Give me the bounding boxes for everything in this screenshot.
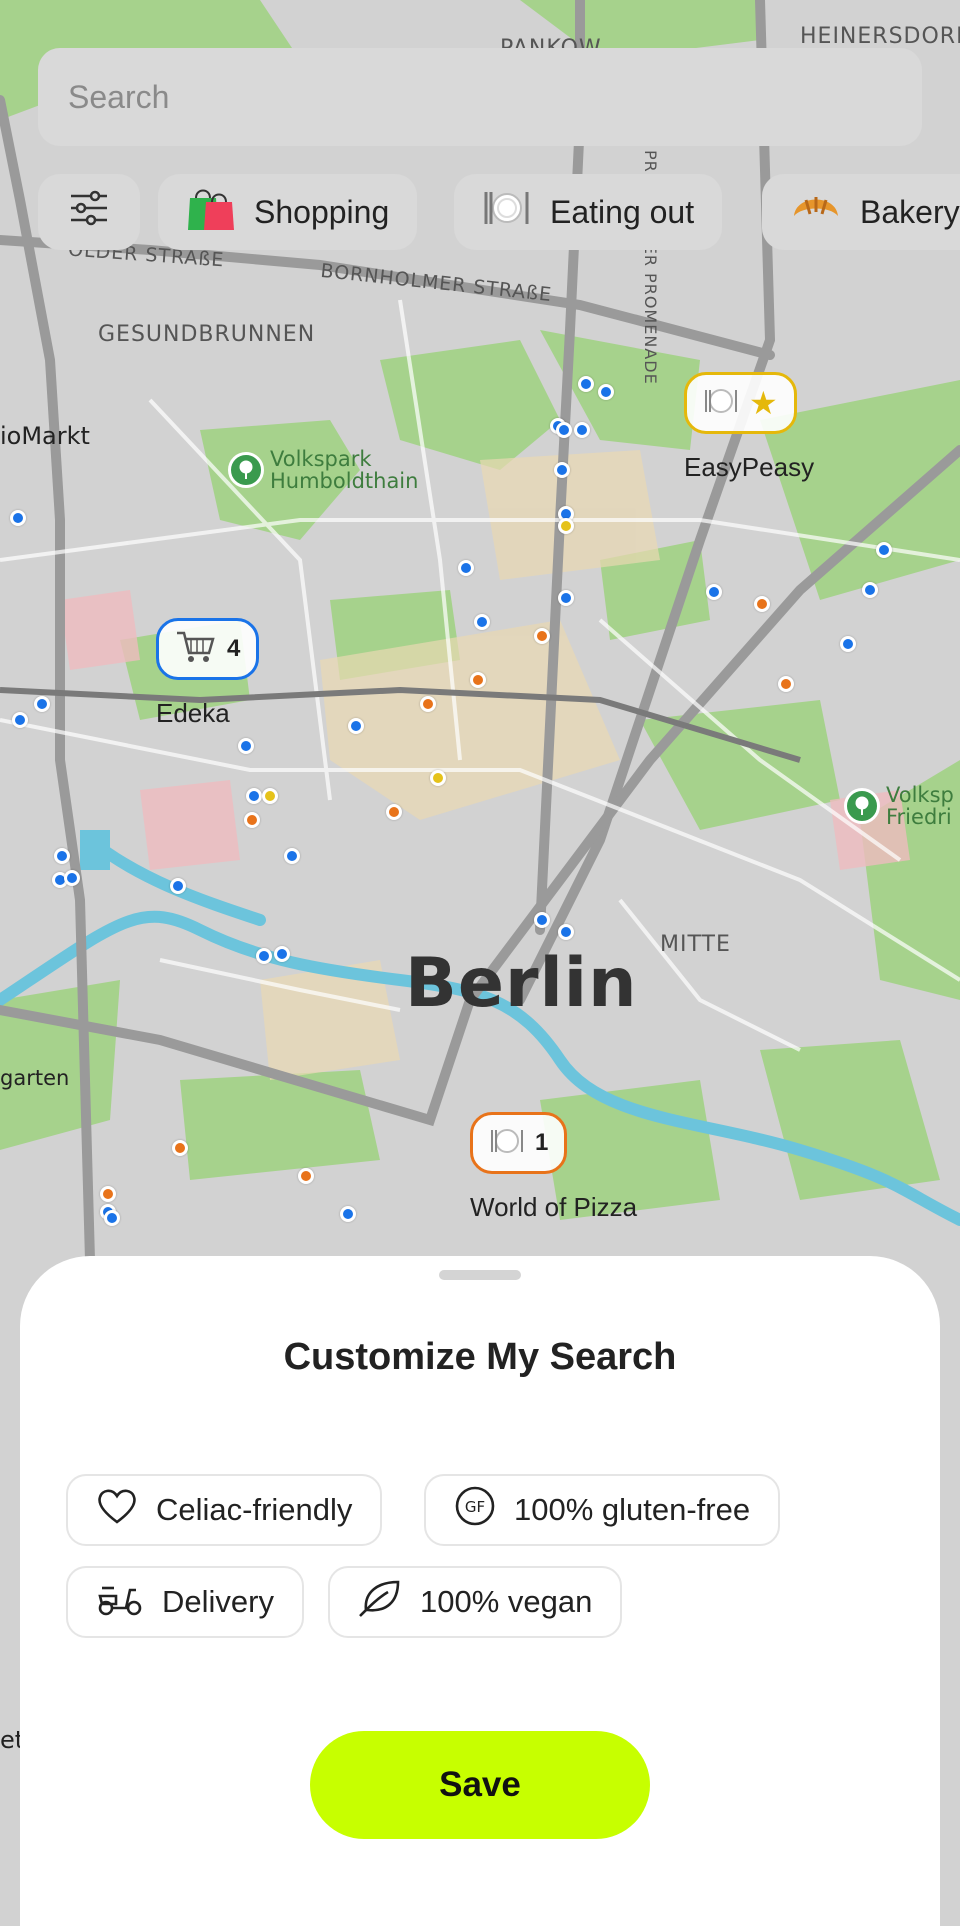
fork-knife-icon	[482, 186, 532, 238]
poi-dot[interactable]	[386, 804, 402, 820]
leaf-icon	[358, 1578, 402, 1626]
fork-knife-icon	[703, 384, 739, 423]
poi-dot[interactable]	[458, 560, 474, 576]
svg-text:GF: GF	[465, 1498, 485, 1516]
poi-dot[interactable]	[534, 628, 550, 644]
poi-dot[interactable]	[754, 596, 770, 612]
poi-dot[interactable]	[274, 946, 290, 962]
park-tree-icon	[228, 452, 264, 488]
pin-label-edeka[interactable]: Edeka	[156, 698, 230, 729]
category-eating-out[interactable]: Eating out	[454, 174, 723, 250]
fork-knife-icon	[489, 1124, 525, 1163]
save-button[interactable]: Save	[310, 1731, 650, 1839]
option-label: 100% vegan	[420, 1584, 593, 1619]
poi-dot[interactable]	[10, 510, 26, 526]
poi-dot[interactable]	[54, 848, 70, 864]
park-name-line-2: Friedri	[886, 805, 952, 829]
option-delivery[interactable]: Delivery	[66, 1566, 304, 1638]
park-name-line-1: Volksp	[886, 783, 954, 807]
poi-dot[interactable]	[238, 738, 254, 754]
poi-dot[interactable]	[554, 462, 570, 478]
poi-dot[interactable]	[12, 712, 28, 728]
option-label: 100% gluten-free	[514, 1492, 751, 1527]
shopping-cart-icon	[175, 629, 217, 670]
pin-count: 1	[535, 1129, 549, 1156]
pin-label-world-of-pizza[interactable]: World of Pizza	[470, 1192, 637, 1223]
park-name-line-1: Volkspark	[270, 447, 372, 471]
gf-icon: GF	[454, 1485, 496, 1535]
poi-dot[interactable]	[284, 848, 300, 864]
poi-dot[interactable]	[262, 788, 278, 804]
poi-dot[interactable]	[556, 422, 572, 438]
poi-dot[interactable]	[558, 518, 574, 534]
poi-dot[interactable]	[574, 422, 590, 438]
pin-world-of-pizza[interactable]: 1	[470, 1112, 568, 1174]
poi-dot[interactable]	[100, 1186, 116, 1202]
label-biomarkt: ioMarkt	[0, 422, 90, 450]
scooter-icon	[96, 1578, 144, 1626]
label-mitte: MITTE	[660, 932, 731, 957]
label-heinersdorf: HEINERSDORF	[800, 24, 960, 49]
poi-dot[interactable]	[534, 912, 550, 928]
pin-label-easypeasy[interactable]: EasyPeasy	[684, 452, 814, 483]
poi-dot[interactable]	[862, 582, 878, 598]
sheet-drag-handle[interactable]	[439, 1270, 521, 1280]
category-label: Eating out	[550, 193, 695, 230]
park-name-line-2: Humboldthain	[270, 469, 419, 493]
customize-search-sheet: Customize My Search Celiac-friendly GF 1…	[20, 1256, 940, 1926]
option-100-vegan[interactable]: 100% vegan	[328, 1566, 623, 1638]
pin-edeka[interactable]: 4	[156, 618, 260, 680]
option-label: Delivery	[162, 1584, 274, 1619]
poi-dot[interactable]	[298, 1168, 314, 1184]
pin-easypeasy[interactable]: ★	[684, 372, 797, 434]
sliders-icon	[69, 190, 109, 234]
heart-icon	[96, 1487, 138, 1533]
category-bakery[interactable]: Bakery	[762, 174, 960, 250]
label-volkspark-humboldthain: Volkspark Humboldthain	[270, 448, 418, 492]
poi-dot[interactable]	[172, 1140, 188, 1156]
label-volkspark-friedrichshain: Volksp Friedri	[886, 784, 954, 828]
poi-dot[interactable]	[578, 376, 594, 392]
poi-dot[interactable]	[598, 384, 614, 400]
poi-dot[interactable]	[706, 584, 722, 600]
label-gesundbrunnen: GESUNDBRUNNEN	[98, 322, 316, 347]
poi-dot[interactable]	[558, 924, 574, 940]
poi-dot[interactable]	[876, 542, 892, 558]
search-input[interactable]	[66, 77, 894, 117]
sheet-title: Customize My Search	[283, 1336, 677, 1378]
filter-button[interactable]	[38, 174, 140, 250]
poi-dot[interactable]	[246, 788, 262, 804]
label-tiergarten: garten	[0, 1066, 70, 1090]
poi-dot[interactable]	[104, 1210, 120, 1226]
poi-dot[interactable]	[348, 718, 364, 734]
poi-dot[interactable]	[420, 696, 436, 712]
pin-count: 4	[227, 635, 241, 662]
star-icon: ★	[749, 385, 778, 421]
poi-dot[interactable]	[340, 1206, 356, 1222]
poi-dot[interactable]	[840, 636, 856, 652]
poi-dot[interactable]	[64, 870, 80, 886]
poi-dot[interactable]	[430, 770, 446, 786]
poi-dot[interactable]	[170, 878, 186, 894]
category-shopping[interactable]: Shopping	[158, 174, 418, 250]
option-label: Celiac-friendly	[156, 1492, 353, 1527]
option-100-gluten-free[interactable]: GF 100% gluten-free	[424, 1474, 781, 1546]
option-celiac-friendly[interactable]: Celiac-friendly	[66, 1474, 383, 1546]
poi-dot[interactable]	[558, 590, 574, 606]
poi-dot[interactable]	[470, 672, 486, 688]
category-label: Shopping	[254, 193, 390, 230]
poi-dot[interactable]	[778, 676, 794, 692]
shopping-bag-icon	[186, 184, 236, 240]
poi-dot[interactable]	[34, 696, 50, 712]
croissant-icon	[790, 186, 842, 238]
poi-dot[interactable]	[244, 812, 260, 828]
poi-dot[interactable]	[474, 614, 490, 630]
search-bar[interactable]	[38, 48, 922, 146]
poi-dot[interactable]	[256, 948, 272, 964]
park-tree-icon	[844, 788, 880, 824]
category-label: Bakery	[860, 193, 960, 230]
label-berlin: Berlin	[405, 944, 638, 1023]
